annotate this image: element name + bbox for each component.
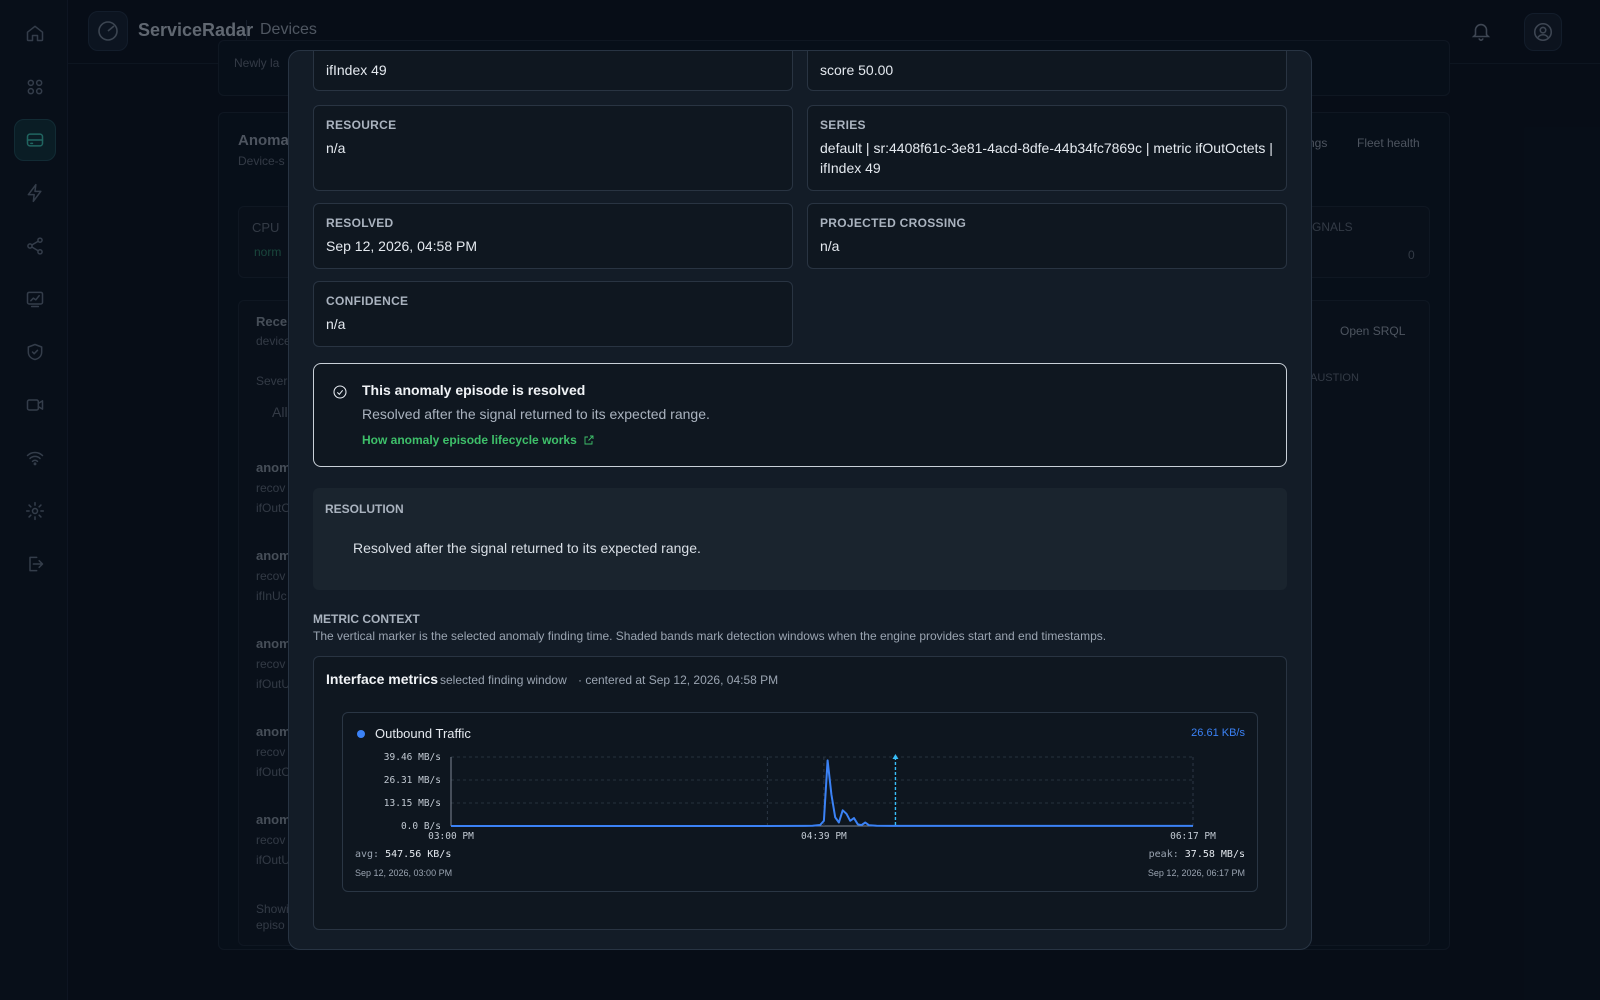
resolved-notice-title: This anomaly episode is resolved [362, 382, 586, 398]
resolved-notice-desc: Resolved after the signal returned to it… [362, 406, 710, 422]
top-left-value: ifIndex 49 [326, 62, 387, 78]
metric-context-desc: The vertical marker is the selected anom… [313, 629, 1107, 643]
resolution-label: RESOLUTION [325, 502, 404, 516]
resolved-card: RESOLVED Sep 12, 2026, 04:58 PM [313, 203, 793, 269]
check-circle-icon [332, 384, 348, 405]
peak-stat: peak: 37.58 MB/s [1148, 849, 1245, 860]
centered-at-label: · centered at Sep 12, 2026, 04:58 PM [578, 673, 779, 687]
end-date: Sep 12, 2026, 06:17 PM [1147, 868, 1245, 878]
finding-window-label: selected finding window [440, 673, 567, 687]
series-card: SERIES default | sr:4408f61c-3e81-4acd-8… [807, 105, 1287, 191]
card-top-right: score 50.00 [807, 51, 1287, 91]
resolution-text: Resolved after the signal returned to it… [353, 540, 701, 556]
y-tick-label: 13.15 MB/s [384, 798, 441, 809]
projected-crossing-label: PROJECTED CROSSING [820, 216, 967, 230]
resolution-section: RESOLUTION Resolved after the signal ret… [313, 488, 1287, 590]
resource-card: RESOURCE n/a [313, 105, 793, 191]
external-link-icon [584, 435, 594, 445]
metric-context-label: METRIC CONTEXT [313, 612, 420, 626]
projected-crossing-value: n/a [820, 238, 840, 254]
y-tick-label: 39.46 MB/s [384, 752, 441, 763]
resource-value: n/a [326, 140, 346, 156]
confidence-value: n/a [326, 316, 346, 332]
x-tick-label: 06:17 PM [1170, 831, 1216, 842]
resolved-notice: This anomaly episode is resolved Resolve… [313, 363, 1287, 467]
avg-stat: avg: 547.56 KB/s [355, 849, 452, 860]
interface-metrics-title: Interface metrics [326, 671, 439, 687]
current-value: 26.61 KB/s [1191, 727, 1245, 739]
interface-metrics-panel: Interface metrics selected finding windo… [313, 656, 1287, 930]
series-value: default | sr:4408f61c-3e81-4acd-8dfe-44b… [820, 140, 1273, 176]
series-line-outbound-traffic [451, 759, 1193, 827]
outbound-traffic-chart: 39.46 MB/s 26.31 MB/s 13.15 MB/s 0.0 B/s 03:… [342, 712, 1258, 892]
resolved-label: RESOLVED [326, 216, 394, 230]
series-label: SERIES [820, 118, 866, 132]
resolved-value: Sep 12, 2026, 04:58 PM [326, 238, 477, 254]
confidence-label: CONFIDENCE [326, 294, 409, 308]
y-tick-label: 26.31 MB/s [384, 775, 441, 786]
resource-label: RESOURCE [326, 118, 397, 132]
projected-crossing-card: PROJECTED CROSSING n/a [807, 203, 1287, 269]
start-date: Sep 12, 2026, 03:00 PM [355, 868, 453, 878]
lifecycle-docs-link[interactable]: How anomaly episode lifecycle works [362, 433, 595, 447]
x-tick-label: 04:39 PM [801, 831, 847, 842]
chart-svg: 39.46 MB/s26.31 MB/s13.15 MB/s0.0 B/s03:… [384, 752, 1216, 842]
top-right-value: score 50.00 [820, 62, 894, 78]
confidence-card: CONFIDENCE n/a [313, 281, 793, 347]
card-top-left: ifIndex 49 [313, 51, 793, 91]
legend-dot [357, 730, 365, 738]
x-tick-label: 03:00 PM [428, 831, 474, 842]
lifecycle-docs-link-label[interactable]: How anomaly episode lifecycle works [362, 433, 577, 447]
anomaly-detail-modal: ifIndex 49 score 50.00 RESOURCE n/a SERI… [288, 50, 1312, 950]
legend-series-name: Outbound Traffic [375, 726, 471, 741]
